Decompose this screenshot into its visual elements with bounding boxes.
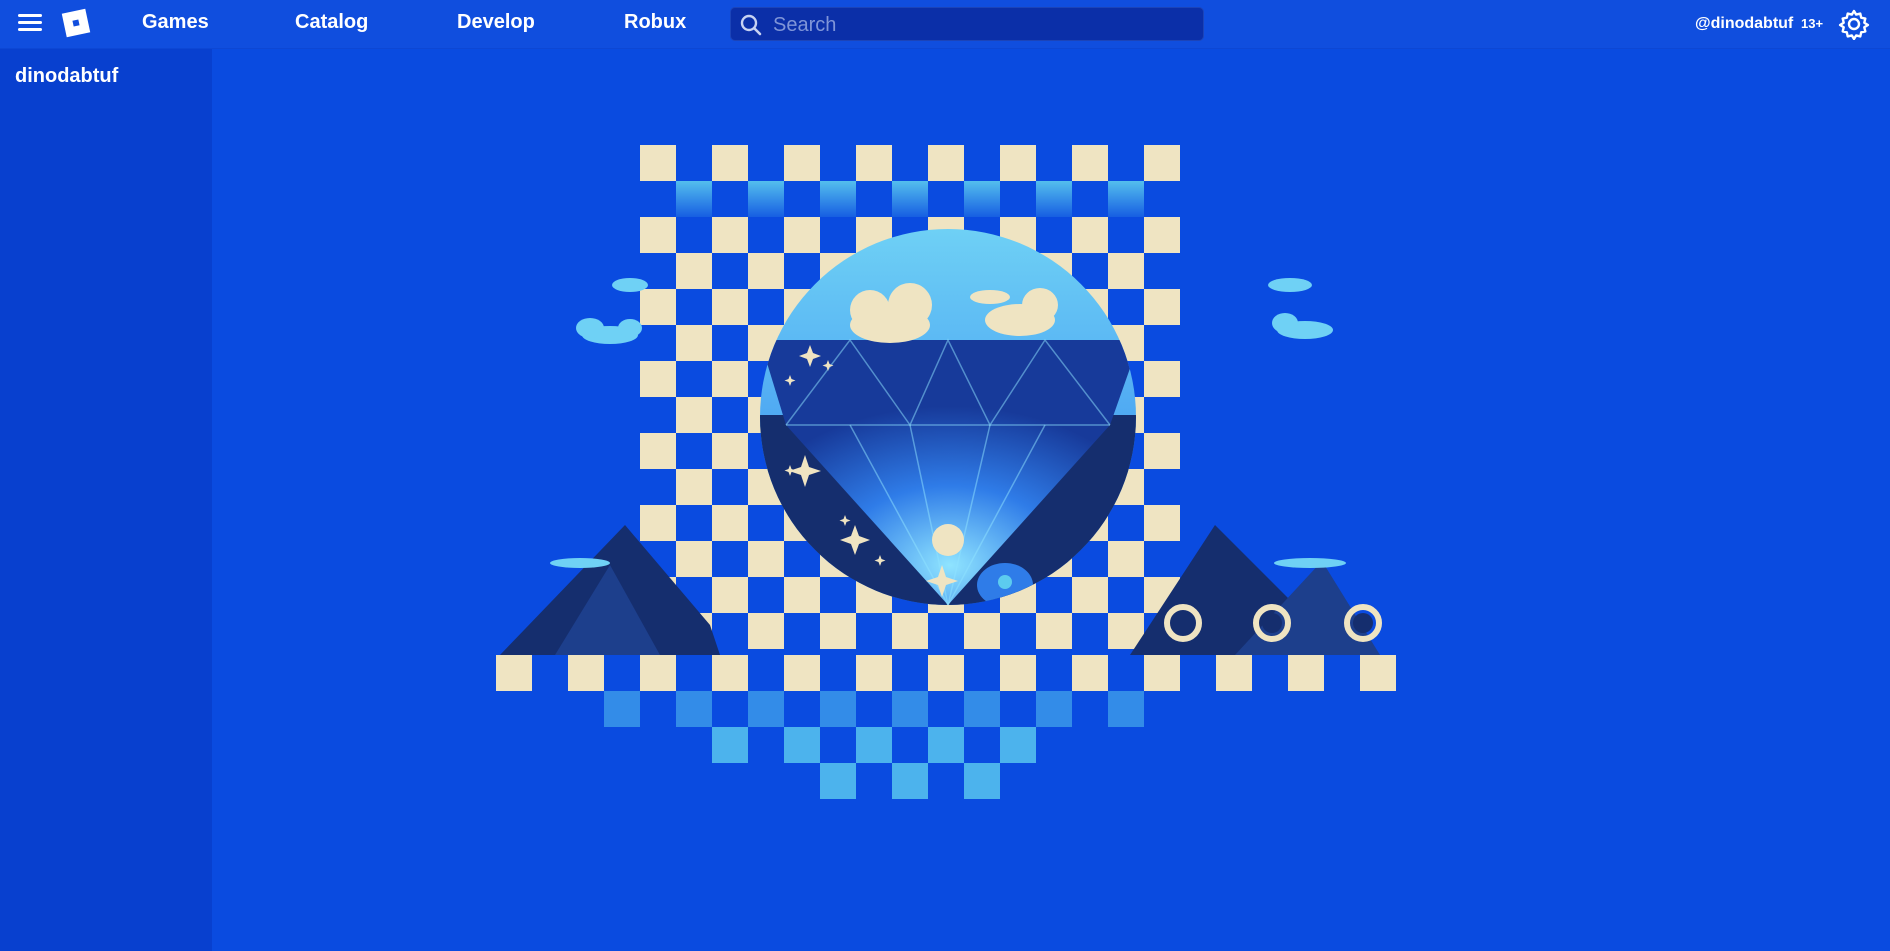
gear-icon[interactable]: [1838, 8, 1870, 40]
left-sidebar: dinodabtuf: [0, 49, 212, 951]
search-input[interactable]: [771, 11, 1195, 39]
pale-blue-checks: [604, 691, 1144, 799]
search-icon: [740, 14, 762, 36]
age-badge: 13+: [1801, 16, 1824, 31]
nav-catalog-link[interactable]: Catalog: [295, 11, 368, 34]
roblox-logo-icon[interactable]: [61, 8, 91, 38]
nav-games-link[interactable]: Games: [142, 11, 209, 34]
search-box[interactable]: [730, 7, 1204, 41]
nav-robux-link[interactable]: Robux: [624, 11, 686, 34]
diamond-globe: [760, 229, 1136, 605]
sidebar-username-link[interactable]: dinodabtuf: [15, 65, 118, 88]
top-navigation-bar: Games Catalog Develop Robux @dinodabtuf …: [0, 0, 1890, 49]
hamburger-menu-icon[interactable]: [18, 14, 42, 34]
nav-develop-link[interactable]: Develop: [457, 11, 535, 34]
username-label[interactable]: @dinodabtuf: [1695, 15, 1793, 33]
diamond-checkerboard-artwork: [496, 145, 1396, 799]
